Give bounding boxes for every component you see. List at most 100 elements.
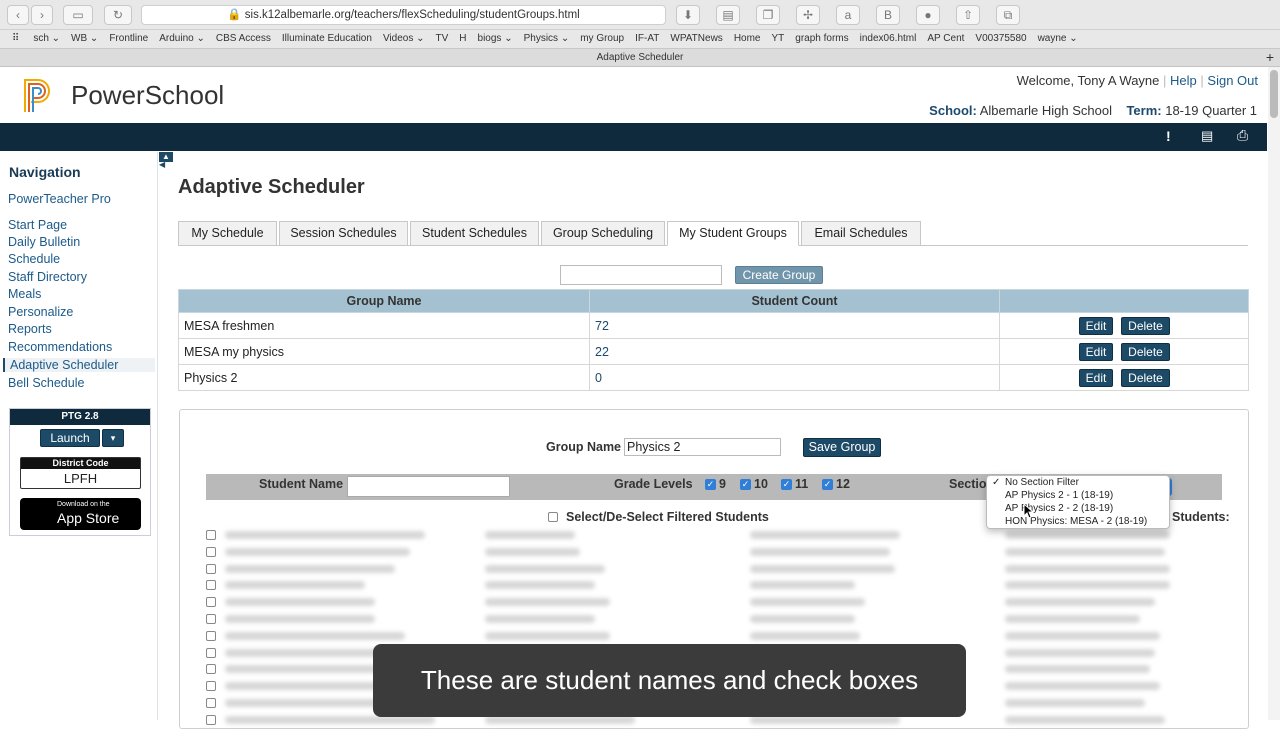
nav-item[interactable]: Adaptive Scheduler	[3, 358, 155, 372]
launch-button[interactable]: Launch	[40, 429, 100, 447]
bookmark-item[interactable]: sch ⌄	[33, 33, 60, 44]
student-checkbox[interactable]	[206, 630, 216, 641]
nav-item[interactable]: PowerTeacher Pro	[8, 192, 111, 206]
bookmark-item[interactable]: Frontline	[109, 33, 148, 44]
grade-checkbox[interactable]: ✓	[822, 479, 833, 490]
bookmark-item[interactable]: TV	[436, 33, 449, 44]
print-icon[interactable]: ⎙	[1237, 127, 1248, 144]
bookmark-item[interactable]: Arduino ⌄	[159, 33, 205, 44]
bookmark-item[interactable]: wayne ⌄	[1038, 33, 1078, 44]
apps-grid-icon[interactable]: ⠿	[12, 33, 19, 44]
nav-item[interactable]: Meals	[8, 287, 41, 301]
student-checkbox[interactable]	[206, 563, 216, 574]
student-name-filter-input[interactable]	[347, 476, 510, 497]
bookmark-item[interactable]: V00375580	[975, 33, 1026, 44]
student-checkbox[interactable]	[206, 597, 216, 608]
tab-title: Adaptive Scheduler	[596, 52, 684, 63]
bookmark-item[interactable]: Home	[734, 33, 761, 44]
student-checkbox[interactable]	[206, 681, 216, 692]
bookmark-item[interactable]: IF-AT	[635, 33, 659, 44]
url-bar[interactable]: 🔒 sis.k12albemarle.org/teachers/flexSche…	[141, 5, 666, 25]
tabs-icon[interactable]: ❐	[756, 5, 780, 25]
bookmark-item[interactable]: AP Cent	[927, 33, 964, 44]
option-no-section-filter[interactable]: No Section Filter	[1005, 477, 1079, 488]
bookmark-item[interactable]: Illuminate Education	[282, 33, 372, 44]
forward-icon[interactable]: ›	[31, 5, 53, 25]
bookmark-item[interactable]: Videos ⌄	[383, 33, 425, 44]
edit-button[interactable]: Edit	[1079, 317, 1113, 335]
student-name-blurred	[1005, 531, 1170, 539]
edit-button[interactable]: Edit	[1079, 343, 1113, 361]
b-extension-icon[interactable]: B	[876, 5, 900, 25]
browser-tab[interactable]: Adaptive Scheduler +	[0, 48, 1280, 67]
option-ap-physics-2-2[interactable]: AP Physics 2 - 2 (18-19)	[1005, 503, 1113, 514]
student-checkbox[interactable]	[206, 614, 216, 624]
student-count-cell: 72	[589, 312, 1000, 339]
delete-button[interactable]: Delete	[1121, 343, 1170, 361]
alert-icon[interactable]: !	[1166, 128, 1171, 144]
group-name-input[interactable]: Physics 2	[624, 438, 781, 456]
nav-item[interactable]: Bell Schedule	[8, 376, 84, 390]
grade-checkbox[interactable]: ✓	[740, 479, 751, 490]
bookmark-item[interactable]: WPATNews	[670, 33, 722, 44]
back-icon[interactable]: ‹	[7, 5, 29, 25]
document-icon[interactable]: ▤	[1201, 128, 1213, 144]
collapse-nav-icon[interactable]: ◀	[159, 160, 165, 169]
save-group-button[interactable]: Save Group	[803, 438, 881, 457]
student-checkbox[interactable]	[206, 530, 216, 540]
bookmark-item[interactable]: my Group	[580, 33, 624, 44]
nav-item[interactable]: Schedule	[8, 252, 60, 266]
bookmark-item[interactable]: index06.html	[860, 33, 917, 44]
select-all-checkbox[interactable]	[548, 512, 558, 522]
new-group-name-input[interactable]	[560, 265, 722, 285]
tab-item[interactable]: My Schedule	[178, 221, 277, 246]
reader-icon[interactable]: ▤	[716, 5, 740, 25]
new-tab-overview-icon[interactable]: ⧉	[996, 5, 1020, 25]
launch-dropdown-icon[interactable]: ▾	[102, 429, 124, 447]
bookmark-item[interactable]: WB ⌄	[71, 33, 98, 44]
bookmark-item[interactable]: graph forms	[795, 33, 848, 44]
app-store-badge[interactable]: Download on the App Store	[20, 498, 141, 530]
reload-icon[interactable]: ↻	[104, 5, 132, 25]
bookmark-item[interactable]: YT	[772, 33, 785, 44]
nav-item[interactable]: Recommendations	[8, 340, 112, 354]
tab-item[interactable]: Student Schedules	[410, 221, 539, 246]
section-filter-dropdown[interactable]: ✓ No Section Filter AP Physics 2 - 1 (18…	[986, 475, 1170, 529]
extension-icon[interactable]: ✢	[796, 5, 820, 25]
share-icon[interactable]: ⇧	[956, 5, 980, 25]
tab-item[interactable]: Group Scheduling	[541, 221, 665, 246]
bookmark-item[interactable]: Physics ⌄	[524, 33, 570, 44]
help-link[interactable]: Help	[1170, 73, 1197, 88]
download-icon[interactable]: ⬇	[676, 5, 700, 25]
student-checkbox[interactable]	[206, 580, 216, 591]
bookmark-item[interactable]: H	[459, 33, 466, 44]
nav-item[interactable]: Start Page	[8, 218, 67, 232]
tab-item[interactable]: Email Schedules	[801, 221, 921, 246]
amazon-icon[interactable]: a	[836, 5, 860, 25]
student-checkbox[interactable]	[206, 647, 216, 658]
nav-item[interactable]: Personalize	[8, 305, 73, 319]
delete-button[interactable]: Delete	[1121, 317, 1170, 335]
tab-item[interactable]: My Student Groups	[667, 221, 799, 246]
tab-item[interactable]: Session Schedules	[279, 221, 408, 246]
bookmark-item[interactable]: biogs ⌄	[478, 33, 513, 44]
nav-item[interactable]: Daily Bulletin	[8, 235, 80, 249]
ghost-extension-icon[interactable]: ●	[916, 5, 940, 25]
create-group-button[interactable]: Create Group	[735, 266, 823, 284]
delete-button[interactable]: Delete	[1121, 369, 1170, 387]
student-checkbox[interactable]	[206, 546, 216, 557]
edit-button[interactable]: Edit	[1079, 369, 1113, 387]
student-checkbox[interactable]	[206, 698, 216, 708]
page-scrollbar[interactable]	[1268, 67, 1280, 720]
bookmark-item[interactable]: CBS Access	[216, 33, 271, 44]
nav-item[interactable]: Reports	[8, 322, 52, 336]
grade-checkbox[interactable]: ✓	[781, 479, 792, 490]
sign-out-link[interactable]: Sign Out	[1207, 73, 1258, 88]
option-ap-physics-2-1[interactable]: AP Physics 2 - 1 (18-19)	[1005, 490, 1113, 501]
scrollbar-thumb[interactable]	[1270, 70, 1278, 118]
grade-checkbox[interactable]: ✓	[705, 479, 716, 490]
nav-item[interactable]: Staff Directory	[8, 270, 87, 284]
student-checkbox[interactable]	[206, 664, 216, 675]
sidebar-icon[interactable]: ▭	[63, 5, 93, 25]
new-tab-icon[interactable]: +	[1266, 49, 1274, 66]
